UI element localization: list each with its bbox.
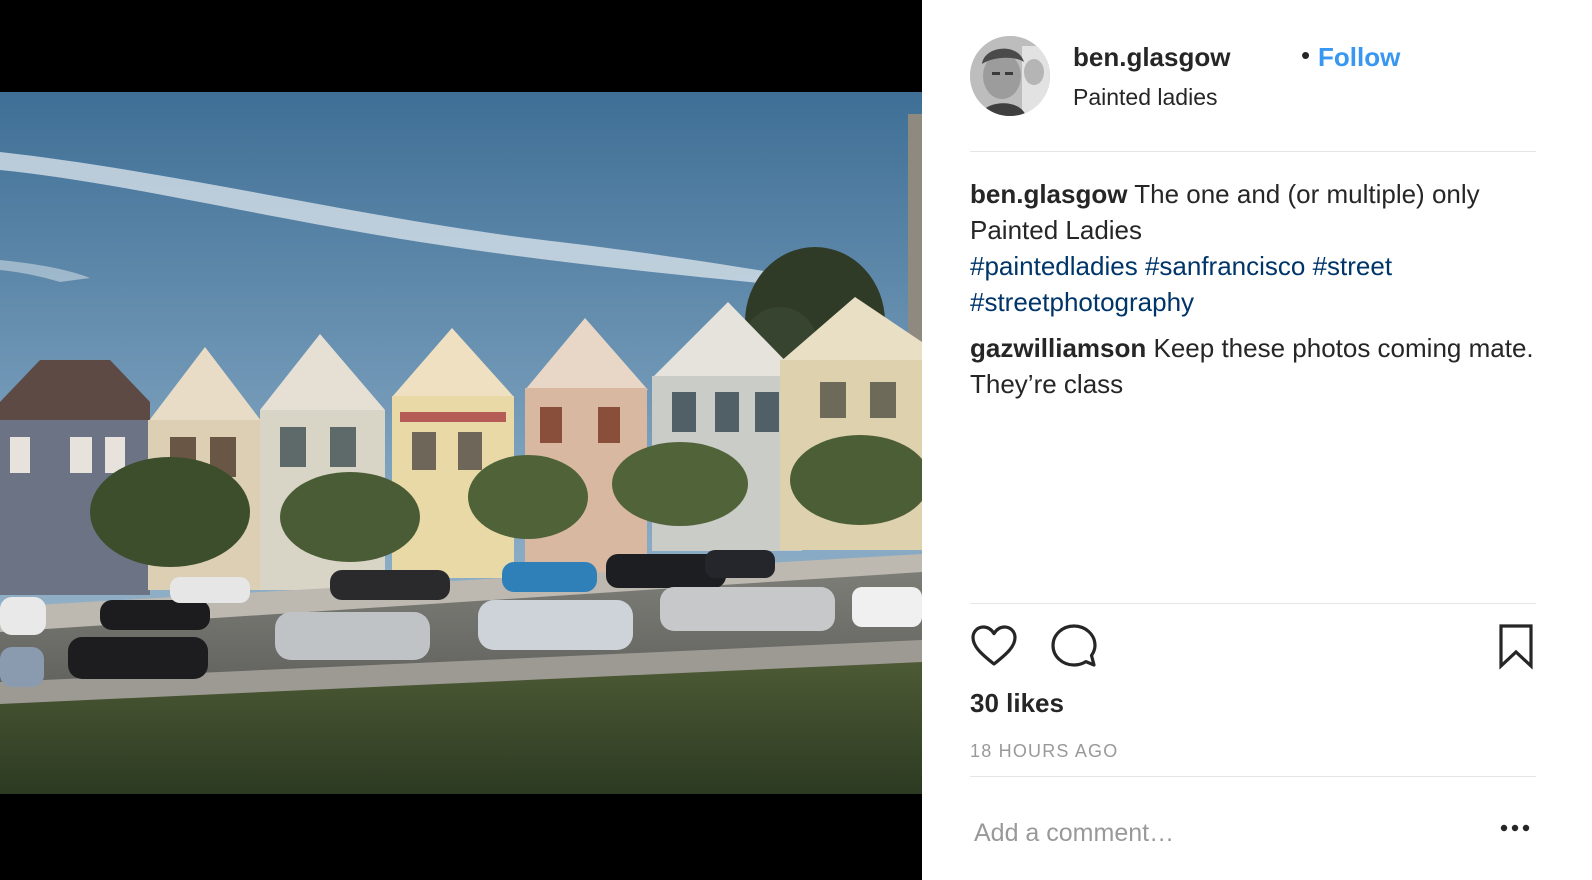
more-options-button[interactable] (1500, 820, 1530, 838)
more-options-icon (1500, 824, 1530, 832)
hashtag-link[interactable]: #street (1313, 251, 1393, 281)
header-divider (970, 151, 1536, 152)
likes-count[interactable]: 30 likes (970, 688, 1064, 719)
speech-bubble-icon (1051, 624, 1097, 667)
like-button[interactable] (970, 622, 1018, 675)
caption: ben.glasgow The one and (or multiple) on… (970, 176, 1536, 320)
comment-composer (970, 806, 1536, 860)
hashtag-link[interactable]: #paintedladies (970, 251, 1138, 281)
hashtag-link[interactable]: #streetphotography (970, 287, 1194, 317)
hashtag-link[interactable]: #sanfrancisco (1145, 251, 1305, 281)
comment-button[interactable] (1050, 622, 1098, 675)
location-link[interactable]: Painted ladies (1073, 84, 1218, 111)
photo-panel (0, 0, 922, 880)
action-bar (970, 622, 1536, 678)
bookmark-outline-icon (1499, 624, 1533, 670)
comments-list: ben.glasgow The one and (or multiple) on… (970, 176, 1536, 412)
avatar-photo (970, 36, 1050, 116)
post-photo[interactable] (0, 92, 922, 794)
header-username-link[interactable]: ben.glasgow (1073, 42, 1230, 73)
post-side-panel: ben.glasgow • Follow Painted ladies ben.… (922, 0, 1592, 880)
comment-box-divider (970, 776, 1536, 777)
caption-hashtags: #paintedladies #sanfrancisco #street #st… (970, 251, 1392, 317)
follow-button[interactable]: Follow (1318, 42, 1400, 73)
post-timestamp[interactable]: 18 HOURS AGO (970, 741, 1118, 762)
comment-username-link[interactable]: gazwilliamson (970, 333, 1146, 363)
save-button[interactable] (1496, 622, 1536, 675)
avatar[interactable] (970, 36, 1050, 116)
post-header: ben.glasgow • Follow Painted ladies (970, 36, 1536, 116)
caption-username-link[interactable]: ben.glasgow (970, 179, 1127, 209)
comment-item: gazwilliamson Keep these photos coming m… (970, 330, 1536, 402)
comment-input[interactable] (970, 806, 1474, 860)
heart-outline-icon (971, 625, 1017, 666)
actions-divider (970, 603, 1536, 604)
header-separator-dot: • (1301, 40, 1311, 70)
